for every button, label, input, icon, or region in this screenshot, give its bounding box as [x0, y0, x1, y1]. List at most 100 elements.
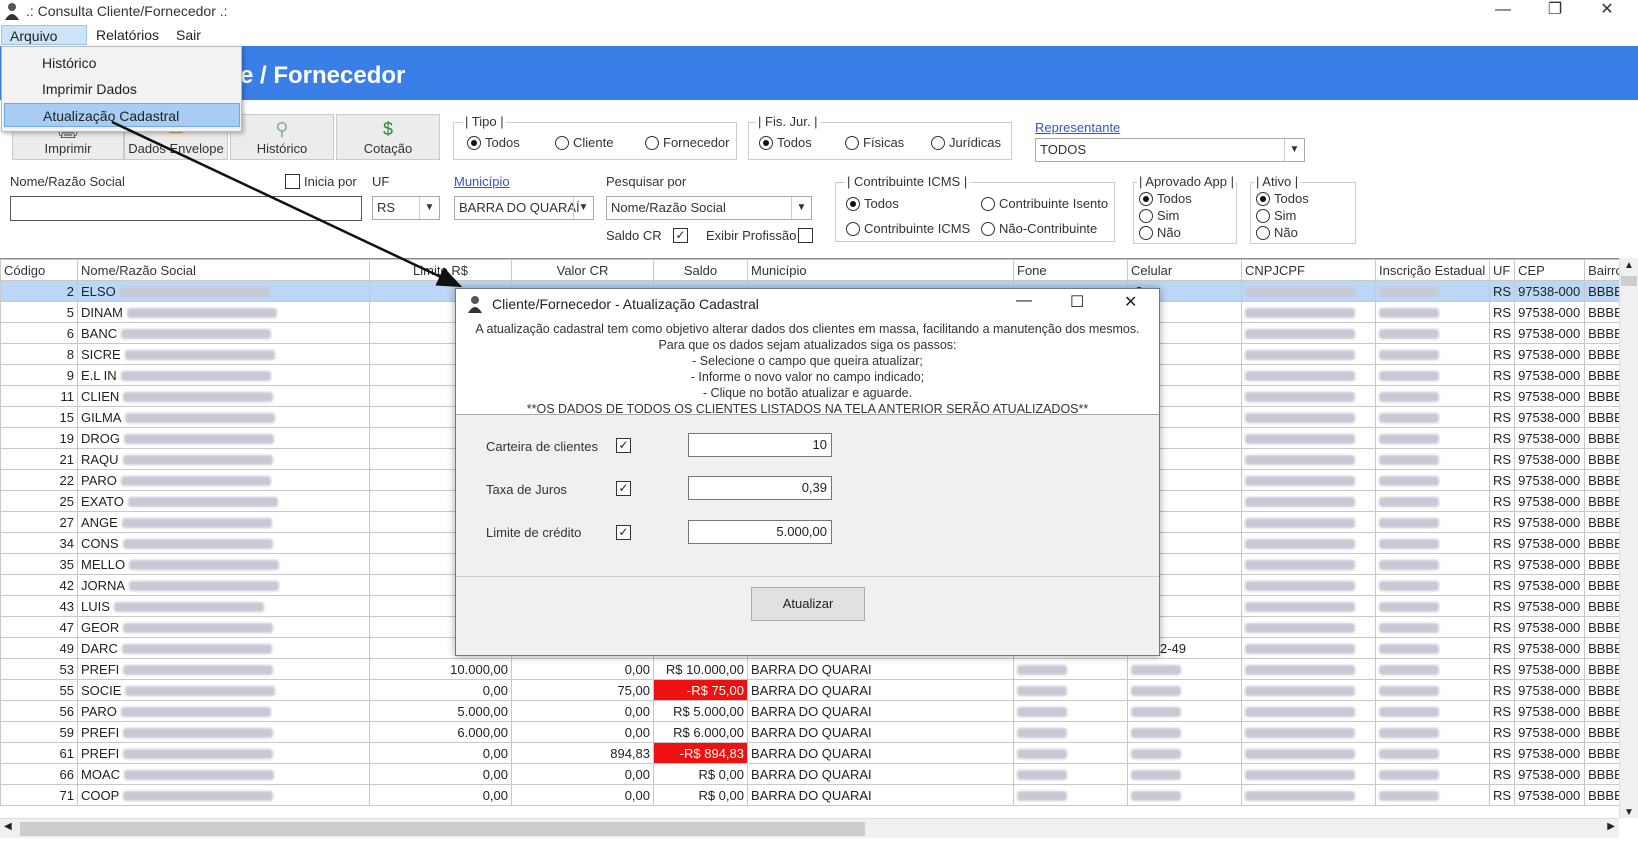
column-header[interactable]: CEP — [1514, 259, 1586, 281]
redacted-value — [125, 686, 276, 697]
historico-button[interactable]: ⚲ Histórico — [230, 114, 334, 160]
cell-text: EXATO — [81, 493, 124, 509]
pesquisar-select[interactable]: Nome/Razão Social ▼ — [606, 196, 812, 220]
horizontal-scrollbar[interactable]: ◀ ▶ — [0, 818, 1619, 838]
minimize-icon[interactable]: — — [1016, 292, 1032, 310]
table-row[interactable]: 59 PREFI 6.000,00 0,00 R$ 6.000,00 BARRA DO Q… — [0, 721, 1627, 743]
cell-nome: DINAM — [77, 301, 370, 323]
menu-item-imprimir-dados[interactable]: Imprimir Dados — [4, 77, 240, 101]
column-header[interactable]: Nome/Razão Social — [77, 259, 370, 281]
fisjur-todos-radio[interactable] — [759, 136, 773, 150]
minimize-icon[interactable]: — — [1480, 0, 1526, 22]
close-icon[interactable]: ✕ — [1124, 292, 1137, 312]
cell-text: BBBB — [1588, 661, 1623, 677]
cell-ie — [1375, 784, 1490, 806]
cell-ie — [1375, 343, 1490, 365]
ativo-sim-radio[interactable] — [1256, 209, 1270, 223]
cell-nome: GEOR — [77, 616, 370, 638]
atualizar-button[interactable]: Atualizar — [751, 587, 865, 621]
menu-relatorios[interactable]: Relatórios — [88, 25, 167, 45]
cell-cod: 9 — [0, 364, 78, 386]
limite-credito-input[interactable]: 5.000,00 — [688, 520, 832, 544]
redacted-value — [1245, 623, 1355, 634]
carteira-input[interactable]: 10 — [688, 433, 832, 457]
cell-text: 97538-000 — [1518, 535, 1581, 551]
column-header[interactable]: Fone — [1013, 259, 1128, 281]
cotacao-button[interactable]: $ Cotação — [336, 114, 440, 160]
aprovado-nao-radio[interactable] — [1139, 226, 1153, 240]
cell-cep: 97538-000 — [1514, 343, 1586, 365]
column-header[interactable]: Inscrição Estadual — [1375, 259, 1490, 281]
representante-label[interactable]: Representante — [1035, 120, 1120, 135]
column-header[interactable]: Município — [747, 259, 1014, 281]
table-row[interactable]: 55 SOCIE 0,00 75,00 -R$ 75,00 BARRA DO QUARAI… — [0, 679, 1627, 701]
uf-select[interactable]: RS ▼ — [372, 196, 440, 220]
table-row[interactable]: 71 COOP 0,00 0,00 R$ 0,00 BARRA DO QUARAI RS 97… — [0, 784, 1627, 806]
table-row[interactable]: 66 MOAC 0,00 0,00 R$ 0,00 BARRA DO QUARAI RS 97… — [0, 763, 1627, 785]
tipo-cliente-radio[interactable] — [555, 136, 569, 150]
table-row[interactable]: 56 PARO 5.000,00 0,00 R$ 5.000,00 BARRA DO QU… — [0, 700, 1627, 722]
column-header[interactable]: Valor CR — [511, 259, 654, 281]
limite-credito-checkbox[interactable]: ✓ — [616, 525, 631, 540]
maximize-icon[interactable]: ☐ — [1070, 292, 1084, 312]
taxa-juros-input[interactable]: 0,39 — [688, 476, 832, 500]
tipo-todos-radio[interactable] — [467, 136, 481, 150]
app-icon — [468, 296, 482, 313]
column-header[interactable]: Saldo — [653, 259, 748, 281]
scroll-up-icon[interactable]: ▲ — [1620, 260, 1638, 271]
representante-select[interactable]: TODOS ▼ — [1035, 138, 1305, 162]
aprovado-todos-radio[interactable] — [1139, 192, 1153, 206]
redacted-value — [1245, 644, 1355, 655]
aprovado-sim-radio[interactable] — [1139, 209, 1153, 223]
menu-item-atualizacao-cadastral[interactable]: Atualização Cadastral — [4, 103, 240, 127]
hscroll-thumb[interactable] — [20, 822, 865, 836]
column-header[interactable]: Celular — [1127, 259, 1242, 281]
icms-nao-contribuinte-radio[interactable] — [981, 222, 995, 236]
cell-text: 61 — [59, 745, 74, 761]
redacted-value — [1379, 476, 1439, 487]
menu-item-historico[interactable]: Histórico — [4, 51, 240, 75]
menu-arquivo[interactable]: Arquivo — [1, 25, 87, 45]
inicia-por-checkbox[interactable] — [285, 174, 300, 189]
nome-input[interactable] — [10, 196, 362, 221]
saldo-cr-checkbox[interactable]: ✓ — [673, 228, 688, 243]
vertical-scrollbar[interactable]: ▲ ▼ — [1619, 258, 1638, 818]
column-header[interactable]: CNPJCPF — [1241, 259, 1376, 281]
redacted-value — [1245, 749, 1355, 760]
fisjur-juridicas-radio[interactable] — [931, 136, 945, 150]
cell-text: 6.000,00 — [457, 724, 508, 740]
tipo-fornecedor-radio[interactable] — [645, 136, 659, 150]
taxa-juros-checkbox[interactable]: ✓ — [616, 481, 631, 496]
ativo-todos-radio[interactable] — [1256, 192, 1270, 206]
cell-fone — [1013, 763, 1128, 785]
cell-nome: PREFI — [77, 658, 370, 680]
scroll-left-icon[interactable]: ◀ — [4, 821, 12, 832]
cell-nome: SOCIE — [77, 679, 370, 701]
ativo-nao-radio[interactable] — [1256, 226, 1270, 240]
redacted-value — [1379, 497, 1439, 508]
redacted-value — [1245, 392, 1355, 403]
close-icon[interactable]: ✕ — [1584, 0, 1630, 22]
column-header[interactable]: UF — [1488, 259, 1516, 281]
redacted-value — [1245, 476, 1355, 487]
restore-icon[interactable]: ❐ — [1532, 0, 1578, 22]
carteira-checkbox[interactable]: ✓ — [616, 438, 631, 453]
icms-contribuinte-radio[interactable] — [846, 222, 860, 236]
icms-todos-radio[interactable] — [846, 197, 860, 211]
fisjur-fisicas-radio[interactable] — [845, 136, 859, 150]
table-row[interactable]: 53 PREFI 10.000,00 0,00 R$ 10.000,00 BARRA DO… — [0, 658, 1627, 680]
scroll-down-icon[interactable]: ▼ — [1620, 807, 1638, 818]
menu-sair[interactable]: Sair — [168, 25, 209, 45]
icms-isento-radio[interactable] — [981, 197, 995, 211]
municipio-select[interactable]: BARRA DO QUARAÍ ▼ — [454, 196, 594, 220]
cell-mun: BARRA DO QUARAI — [747, 679, 1014, 701]
scroll-right-icon[interactable]: ▶ — [1607, 821, 1615, 832]
scroll-thumb[interactable] — [1621, 276, 1637, 286]
column-header[interactable]: Código — [0, 259, 78, 281]
municipio-label[interactable]: Município — [454, 174, 510, 189]
column-header[interactable]: Limite R$ — [369, 259, 512, 281]
dialog-info: A atualização cadastral tem como objetiv… — [456, 319, 1159, 416]
cell-nome: BANC — [77, 322, 370, 344]
exibir-profissao-checkbox[interactable] — [798, 228, 813, 243]
table-row[interactable]: 61 PREFI 0,00 894,83 -R$ 894,83 BARRA DO QUAR… — [0, 742, 1627, 764]
